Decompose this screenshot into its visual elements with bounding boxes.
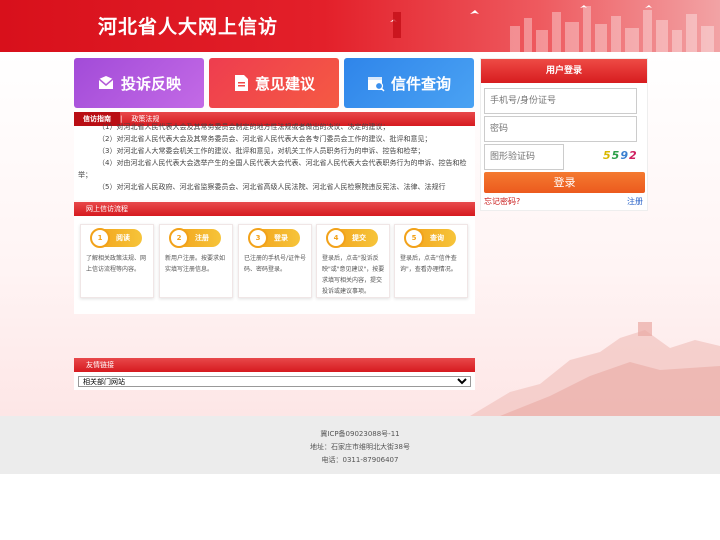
account-input[interactable] (484, 88, 637, 114)
guide-line: （4）对由河北省人民代表大会选举产生的全国人民代表大会代表、河北省人民代表大会代… (78, 159, 467, 179)
user-login-panel: 用户登录 5592 登录 忘记密码? 注册 (480, 58, 648, 211)
step-label: 注册 (195, 234, 209, 242)
step-description: 新用户注册。按要求如实填写注册信息。 (165, 255, 226, 273)
friend-links-title: 友情链接 (74, 358, 475, 372)
guide-line: （3）对河北省人大常委会机关工作的建议、批评和意见，对机关工作人员职务行为的申诉… (98, 147, 425, 155)
step-pill: 4 提交 (326, 228, 378, 248)
forgot-password-link[interactable]: 忘记密码? (484, 196, 520, 207)
flow-step-submit: 4 提交 登录后，点击"投诉反映"或"意见建议"，按要求填写相关内容，提交投诉或建… (316, 224, 390, 298)
step-label: 查询 (430, 234, 444, 242)
online-petition-flow-panel: 网上信访流程 1 阅读 了解相关政策法规、网上信访流程等内容。 2 注册 新用户注册… (74, 202, 475, 314)
captcha-input[interactable] (484, 144, 564, 170)
city-skyline-decoration (390, 5, 714, 52)
guide-line: （1）对河北省人民代表大会及其常务委员会制定的地方性法规或者做出的决议、决定的建… (98, 123, 390, 131)
register-link[interactable]: 注册 (627, 196, 643, 207)
step-pill: 1 阅读 (90, 228, 142, 248)
complaint-tile-label: 投诉反映 (120, 74, 181, 93)
guide-text: （1）对河北省人民代表大会及其常务委员会制定的地方性法规或者做出的决议、决定的建… (74, 121, 475, 193)
step-pill: 3 登录 (248, 228, 300, 248)
great-wall-decoration (470, 322, 720, 416)
step-number: 5 (404, 228, 424, 248)
captcha-image[interactable]: 5592 (603, 149, 638, 162)
guide-line: （5）对河北省人民政府、河北省监察委员会、河北省高级人民法院、河北省人民检察院违… (98, 183, 446, 191)
step-pill: 5 查询 (404, 228, 456, 248)
login-title: 用户登录 (481, 59, 647, 83)
flow-title: 网上信访流程 (74, 202, 475, 216)
guide-line: （2）对河北省人民代表大会及其常务委员会、河北省人民代表大会各专门委员会工作的建… (98, 135, 432, 143)
login-button[interactable]: 登录 (484, 172, 645, 193)
footer: 冀ICP备09023088号-11 地址：石家庄市维明北大街38号 电话：031… (0, 416, 720, 474)
footer-phone: 电话：0311-87906407 (321, 456, 399, 464)
step-description: 登录后，点击"信件查询"，查看办理情况。 (400, 255, 457, 273)
friend-links-panel: 友情链接 相关部门网站 (74, 358, 475, 390)
footer-address: 地址：石家庄市维明北大街38号 (310, 443, 410, 451)
petition-guide-panel: 信访指南 | 政策法规 （1）对河北省人民代表大会及其常务委员会制定的地方性法规… (74, 112, 475, 200)
step-description: 已注册的手机号/证件号码、密码登录。 (244, 255, 307, 273)
step-number: 4 (326, 228, 346, 248)
calendar-search-icon (367, 77, 385, 92)
step-number: 1 (90, 228, 110, 248)
flow-step-register: 2 注册 新用户注册。按要求如实填写注册信息。 (159, 224, 233, 298)
complaint-tile[interactable]: 投诉反映 (74, 58, 204, 108)
footer-icp: 冀ICP备09023088号-11 (320, 430, 400, 438)
flow-step-read: 1 阅读 了解相关政策法规、网上信访流程等内容。 (80, 224, 154, 298)
step-number: 2 (169, 228, 189, 248)
captcha-char: 2 (628, 149, 638, 162)
captcha-char: 5 (611, 149, 621, 162)
flow-step-login: 3 登录 已注册的手机号/证件号码、密码登录。 (238, 224, 312, 298)
step-label: 提交 (352, 234, 366, 242)
suggestion-tile[interactable]: 意见建议 (209, 58, 339, 108)
related-sites-select[interactable]: 相关部门网站 (78, 376, 471, 387)
site-title: 河北省人大网上信访 (98, 16, 279, 38)
step-label: 登录 (274, 234, 288, 242)
step-description: 登录后，点击"投诉反映"或"意见建议"，按要求填写相关内容，提交投诉或建议事项。 (322, 255, 385, 295)
document-icon (234, 75, 248, 91)
suggestion-tile-label: 意见建议 (254, 74, 315, 93)
letter-query-tile[interactable]: 信件查询 (344, 58, 474, 108)
captcha-char: 9 (620, 149, 629, 162)
step-pill: 2 注册 (169, 228, 221, 248)
step-description: 了解相关政策法规、网上信访流程等内容。 (86, 255, 147, 273)
step-label: 阅读 (116, 234, 130, 242)
letter-query-tile-label: 信件查询 (390, 74, 451, 93)
flow-step-query: 5 查询 登录后，点击"信件查询"，查看办理情况。 (394, 224, 468, 298)
mail-icon (98, 76, 114, 89)
password-input[interactable] (484, 116, 637, 142)
step-number: 3 (248, 228, 268, 248)
captcha-char: 5 (603, 149, 612, 162)
header-banner: 河北省人大网上信访 (0, 0, 720, 52)
